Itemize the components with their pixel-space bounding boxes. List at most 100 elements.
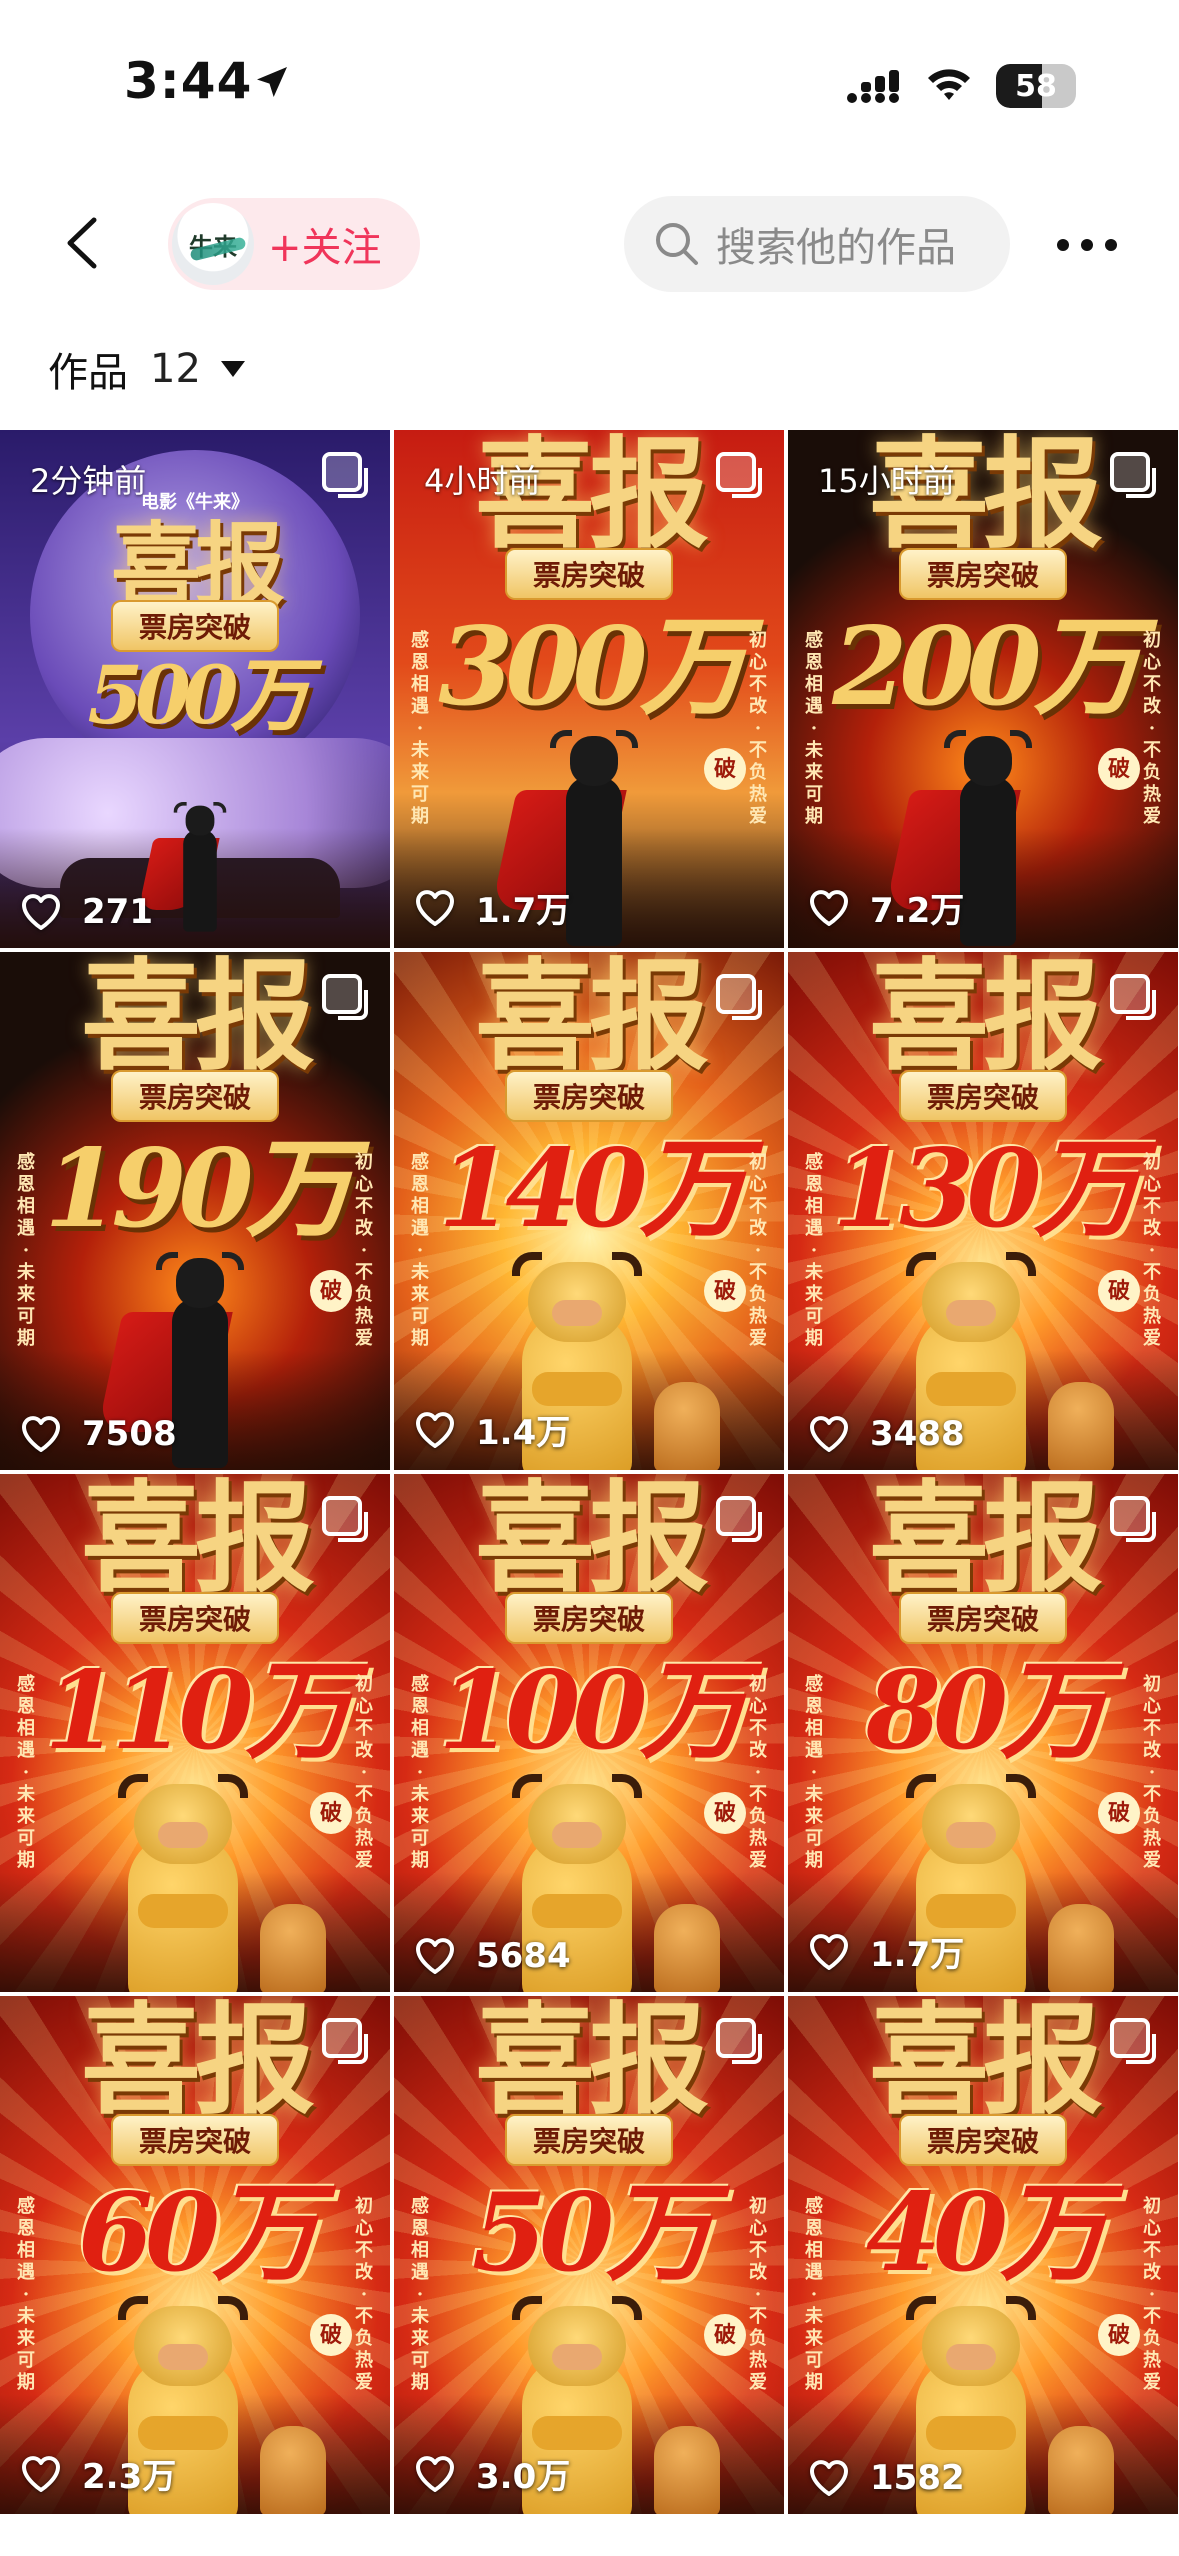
poster-side-text-right: 初心不改·不负热爱 [1143,1674,1161,1871]
bull-horn-left [944,730,966,748]
poster-headline: 喜报 [475,1996,709,2131]
mascot-snout [552,1822,602,1848]
post-thumbnail[interactable]: 喜报 票房突破 60万 感恩相遇·未来可期 初心不改·不负热爱破 2.3万 [0,1996,390,2514]
poster-amount: 50万 [471,2170,714,2296]
mascot-horn-left [512,1774,542,1798]
bull-horn-right [1010,730,1032,748]
poster-seal: 破 [310,2314,352,2356]
poster-subtitle: 票房突破 [898,548,1068,600]
works-count: 12 [150,346,201,392]
poster-seal: 破 [1098,748,1140,790]
mascot-horn-left [906,2296,936,2320]
poster-seal: 破 [704,2314,746,2356]
works-label: 作品 [48,350,128,396]
heart-icon [416,2455,454,2492]
mascot-horn-left [906,1774,936,1798]
poster-subtitle: 票房突破 [898,1592,1068,1644]
mascot-horn-right [612,2296,642,2320]
poster-subtitle: 票房突破 [898,2114,1068,2166]
mascot-arms [926,1894,1016,1928]
post-thumbnail[interactable]: 喜报 票房突破 190万 感恩相遇·未来可期 初心不改·不负热爱破 7508 [0,952,390,1470]
bull-body [960,776,1016,946]
poster-side-text-right: 初心不改·不负热爱 [1143,2196,1161,2393]
poster-seal: 破 [704,1792,746,1834]
post-thumbnail[interactable]: 喜报 票房突破 110万 感恩相遇·未来可期 初心不改·不负热爱破 [0,1474,390,1992]
profile-header: 牛来 +关注 搜索他的作品 [0,190,1179,300]
post-thumbnail[interactable]: 喜报 票房突破 300万 感恩相遇·未来可期 初心不改·不负热爱破 4小时前 1.7万 [394,430,784,948]
heart-icon [416,889,454,926]
poster-side-text-left: 感恩相遇·未来可期 [411,630,429,827]
poster-side-text-right: 初心不改·不负热爱 [1143,630,1161,827]
poster-amount: 200万 [832,604,1141,730]
mascot-snout [158,1822,208,1848]
poster-seal: 破 [1098,1270,1140,1312]
bull-head [185,805,215,836]
works-filter-dropdown[interactable]: 作品 12 [48,340,245,398]
post-time-badge: 15小时前 [818,462,955,500]
poster-headline: 喜报 [475,952,709,1087]
poster-side-text-right: 初心不改·不负热爱 [355,1674,373,1871]
like-count-value: 271 [82,892,153,932]
like-count-value: 2.3万 [82,2457,177,2497]
mascot-horn-right [1006,1774,1036,1798]
heart-icon [810,1933,848,1970]
like-count-value: 1.7万 [476,891,571,931]
poster-seal: 破 [1098,2314,1140,2356]
poster-headline: 喜报 [81,1474,315,1609]
bull-mascot [118,1774,248,1992]
follow-button[interactable]: 牛来 +关注 [168,198,420,290]
baby-mascot [260,1904,326,1992]
post-thumbnail[interactable]: 喜报 票房突破 100万 感恩相遇·未来可期 初心不改·不负热爱破 5684 [394,1474,784,1992]
multi-image-icon [716,974,762,1020]
like-count: 271 [20,892,153,932]
post-thumbnail[interactable]: 喜报 票房突破 130万 感恩相遇·未来可期 初心不改·不负热爱破 3488 [788,952,1178,1470]
multi-image-icon [1110,974,1156,1020]
poster-subtitle: 票房突破 [110,1592,280,1644]
like-count-value: 5684 [476,1936,571,1976]
poster-side-text-left: 感恩相遇·未来可期 [805,1152,823,1349]
poster-side-text-left: 感恩相遇·未来可期 [411,1152,429,1349]
poster-seal: 破 [704,1270,746,1312]
post-thumbnail[interactable]: 喜报 票房突破 40万 感恩相遇·未来可期 初心不改·不负热爱破 1582 [788,1996,1178,2514]
multi-image-icon [716,452,762,498]
poster-headline: 喜报 [869,952,1103,1087]
like-count: 7508 [20,1414,177,1454]
multi-image-icon [1110,452,1156,498]
poster-amount: 140万 [438,1126,747,1252]
avatar[interactable]: 牛来 [172,203,254,285]
search-placeholder: 搜索他的作品 [716,225,956,271]
bull-head [570,736,618,786]
battery-icon: 58 [996,64,1076,108]
search-input[interactable]: 搜索他的作品 [624,196,1010,292]
mascot-horn-left [512,1252,542,1276]
more-options-icon[interactable] [1052,228,1122,262]
post-thumbnail[interactable]: 喜报 票房突破 50万 感恩相遇·未来可期 初心不改·不负热爱破 3.0万 [394,1996,784,2514]
mascot-arms [532,1372,622,1406]
mascot-arms [138,1894,228,1928]
poster-side-text-right: 初心不改·不负热爱 [1143,1152,1161,1349]
like-count: 1.7万 [414,883,570,932]
post-thumbnail[interactable]: 喜报 票房突破 500万 电影《牛来》 2分钟前 271 [0,430,390,948]
status-time: 3:44 [124,52,253,110]
search-icon [656,223,698,265]
mascot-arms [926,2416,1016,2450]
poster-seal: 破 [704,748,746,790]
baby-mascot [654,1382,720,1470]
post-thumbnail[interactable]: 喜报 票房突破 80万 感恩相遇·未来可期 初心不改·不负热爱破 1.7万 [788,1474,1178,1992]
like-count: 1.7万 [808,1927,964,1976]
heart-icon [22,894,60,930]
mascot-horn-left [906,1252,936,1276]
baby-mascot [260,2426,326,2514]
poster-subtitle: 票房突破 [504,1070,674,1122]
like-count: 5684 [414,1936,571,1976]
mascot-arms [532,1894,622,1928]
poster-subtitle: 票房突破 [504,2114,674,2166]
follow-label: +关注 [268,225,382,271]
poster-amount: 110万 [44,1648,353,1774]
post-thumbnail[interactable]: 喜报 票房突破 200万 感恩相遇·未来可期 初心不改·不负热爱破 15小时前 7.2万 [788,430,1178,948]
back-chevron-icon[interactable] [50,208,120,278]
poster-amount: 500万 [87,648,311,742]
baby-mascot [1048,2426,1114,2514]
post-thumbnail[interactable]: 喜报 票房突破 140万 感恩相遇·未来可期 初心不改·不负热爱破 1.4万 [394,952,784,1470]
baby-mascot [654,1904,720,1992]
